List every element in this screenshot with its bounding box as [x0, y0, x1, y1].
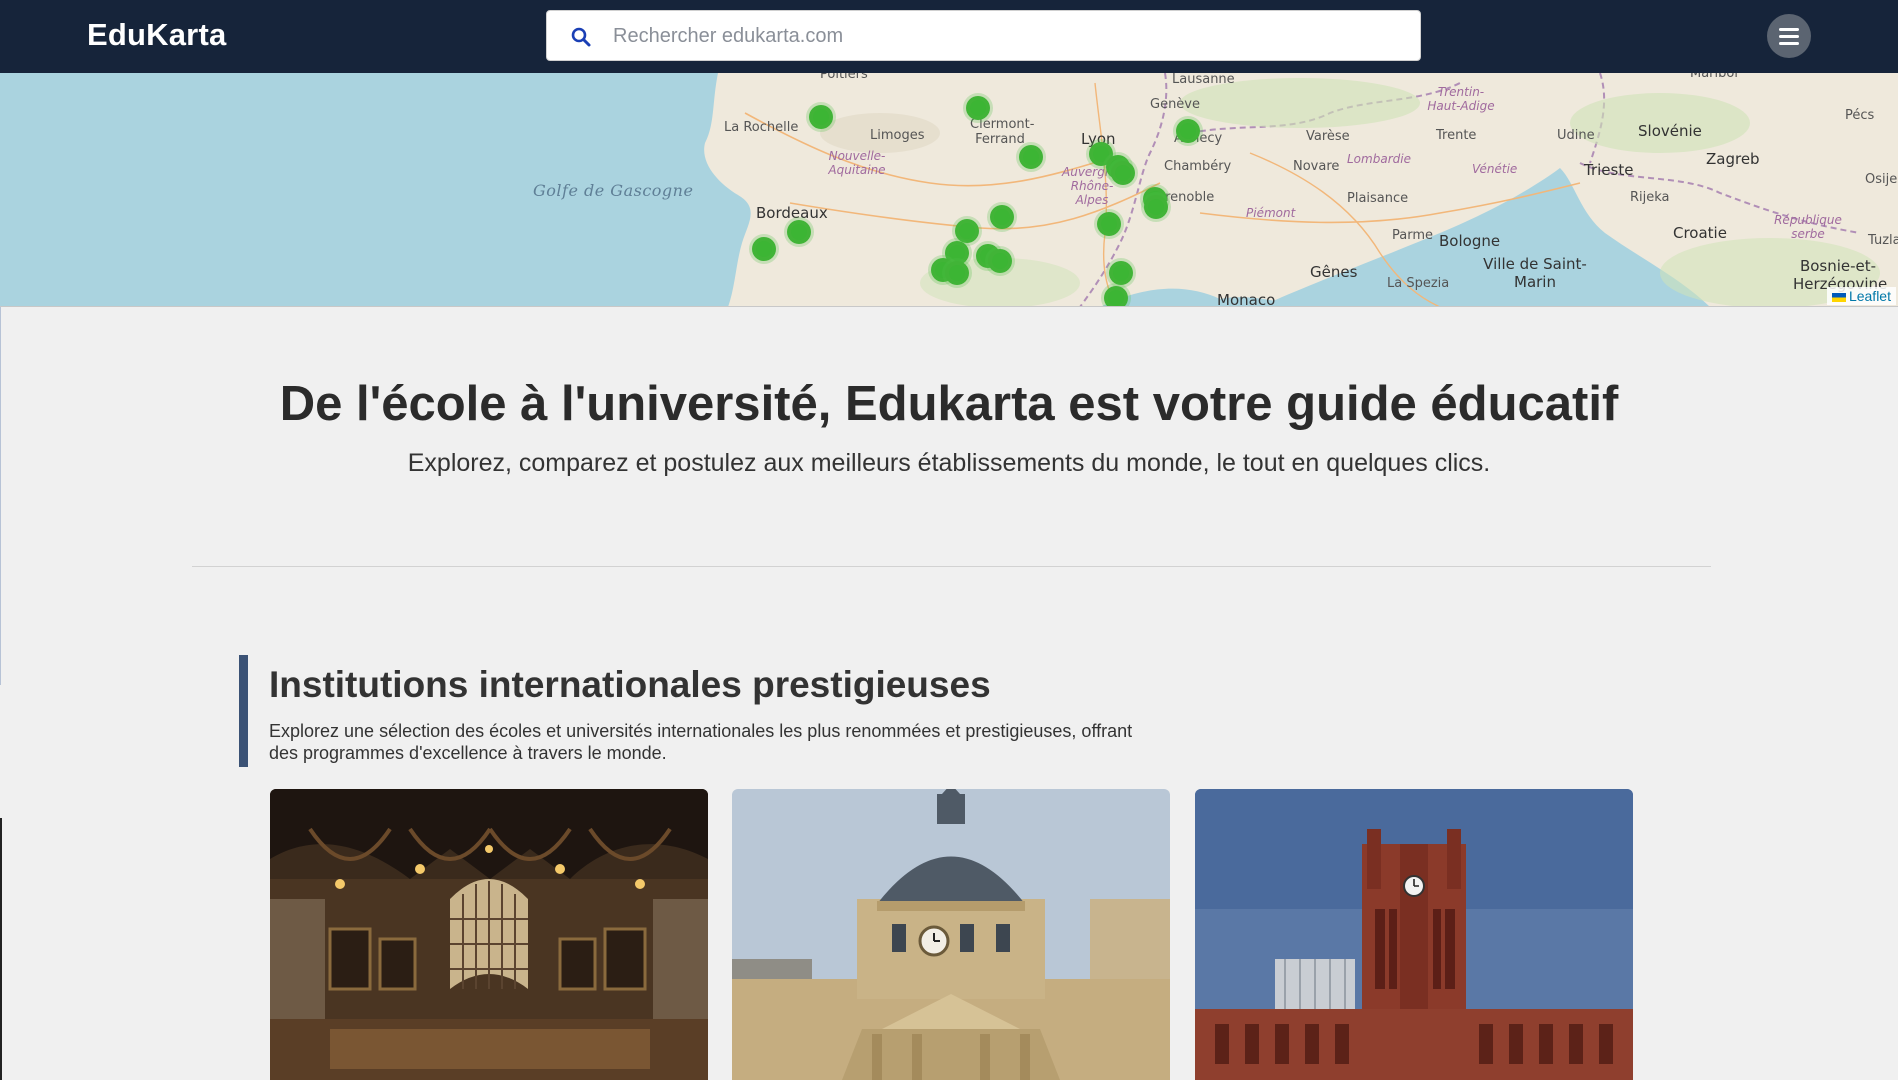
hero-subtitle: Explorez, comparez et postulez aux meill… — [407, 449, 1491, 477]
search-icon — [571, 27, 591, 47]
map-label: Monaco — [1217, 291, 1276, 307]
map-attribution[interactable]: Leaflet — [1826, 287, 1896, 305]
domed-chapel-photo — [732, 789, 1170, 1080]
map-label: Trentin-Haut-Adige — [1427, 85, 1495, 113]
red-brick-clock-tower-photo — [1195, 789, 1633, 1080]
map-marker[interactable] — [966, 96, 990, 120]
map-label: Vénétie — [1472, 162, 1518, 176]
left-edge-line — [0, 818, 2, 1080]
map-label: Gênes — [1310, 263, 1358, 281]
map-marker[interactable] — [1111, 161, 1135, 185]
map-label: Poitiers — [820, 73, 868, 82]
map-marker[interactable] — [752, 237, 776, 261]
map-label: Udine — [1557, 128, 1595, 143]
top-navigation-bar: EduKarta — [0, 0, 1898, 73]
map-label: Plaisance — [1347, 191, 1409, 206]
map-label: Clermont-Ferrand — [970, 117, 1035, 147]
map-marker[interactable] — [1109, 261, 1133, 285]
hero-title: De l'école à l'université, Edukarta est … — [279, 377, 1619, 431]
map-label: Parme — [1392, 228, 1433, 243]
map-label: Limoges — [870, 128, 925, 143]
map-label: Lausanne — [1172, 73, 1235, 87]
map-label: Trieste — [1584, 161, 1634, 179]
map-label: Ville de Saint-Marin — [1483, 255, 1587, 291]
institution-card[interactable] — [732, 789, 1170, 1080]
map-marker[interactable] — [945, 261, 969, 285]
gothic-great-hall-photo — [270, 789, 708, 1080]
institutions-map[interactable]: Poitiers La Rochelle Limoges Nouvelle-Aq… — [0, 73, 1898, 307]
map-marker[interactable] — [955, 219, 979, 243]
map-label: Piémont — [1246, 206, 1296, 220]
menu-button[interactable] — [1767, 14, 1811, 58]
map-marker[interactable] — [1097, 212, 1121, 236]
map-label: La Rochelle — [724, 120, 799, 135]
map-label: Genève — [1150, 97, 1201, 112]
search-input[interactable] — [613, 19, 1393, 53]
map-label: La Spezia — [1387, 276, 1450, 291]
map-marker[interactable] — [787, 220, 811, 244]
section-accent-bar — [239, 655, 248, 767]
map-label: Golfe de Gascogne — [533, 181, 694, 200]
map-label: Varèse — [1306, 129, 1350, 144]
map-label: Novare — [1293, 159, 1340, 174]
section-title: Institutions internationales prestigieus… — [269, 664, 991, 705]
map-marker[interactable] — [988, 249, 1012, 273]
institution-card[interactable] — [1195, 789, 1633, 1080]
map-label: Lombardie — [1347, 152, 1411, 166]
map-label: Zagreb — [1706, 150, 1760, 168]
map-label: Maribor — [1690, 73, 1740, 81]
map-label: Trente — [1436, 128, 1477, 143]
map-marker[interactable] — [809, 105, 833, 129]
map-marker[interactable] — [1176, 119, 1200, 143]
map-marker[interactable] — [1144, 195, 1168, 219]
map-label: Pécs — [1845, 108, 1875, 123]
map-label: Rijeka — [1630, 190, 1670, 205]
ukraine-flag-icon — [1831, 292, 1846, 302]
map-label: Bologne — [1439, 232, 1501, 250]
map-label: République serbe — [1774, 213, 1842, 241]
map-label: Tuzla — [1868, 233, 1898, 248]
left-edge-line — [0, 307, 1, 685]
map-label: Slovénie — [1638, 122, 1702, 140]
map-label: Nouvelle-Aquitaine — [828, 149, 886, 177]
section-description: Explorez une sélection des écoles et uni… — [269, 721, 1133, 763]
map-label: Osije — [1865, 172, 1898, 187]
map-marker[interactable] — [1019, 145, 1043, 169]
map-marker[interactable] — [1104, 286, 1128, 306]
map-label: Chambéry — [1164, 159, 1232, 174]
section-divider — [192, 566, 1711, 567]
search-bar[interactable] — [546, 10, 1421, 61]
map-label: Croatie — [1673, 224, 1727, 242]
institution-card[interactable] — [270, 789, 708, 1080]
site-logo[interactable]: EduKarta — [87, 17, 226, 53]
map-marker[interactable] — [990, 205, 1014, 229]
map-label: Bordeaux — [756, 204, 828, 222]
hamburger-menu-icon — [1779, 28, 1799, 31]
